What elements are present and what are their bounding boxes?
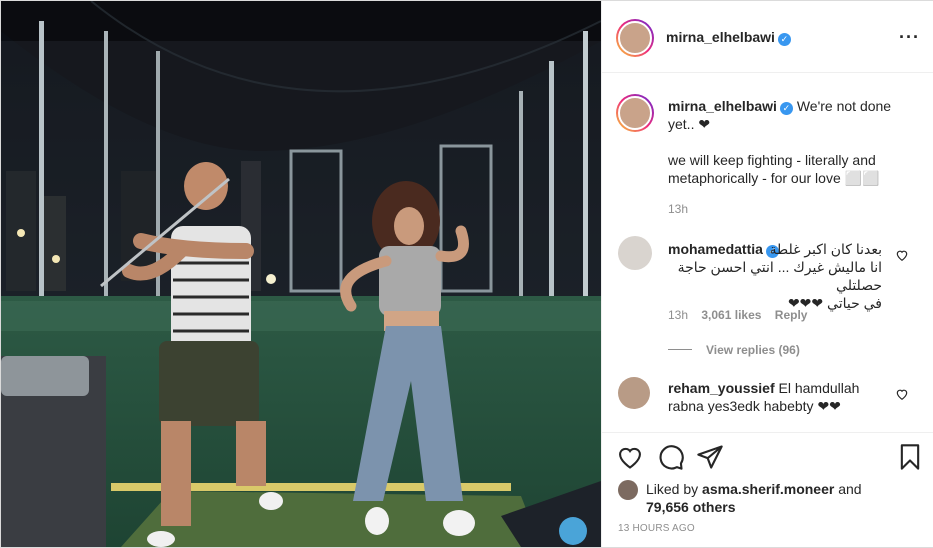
more-options-icon[interactable]: ··· [899, 27, 920, 48]
caption-line-2: yet.. ❤ [668, 116, 711, 132]
avatar-image [618, 21, 652, 55]
author-line: mirna_elhelbawi ✓ [666, 29, 791, 47]
caption-avatar[interactable] [616, 94, 654, 132]
view-replies-label[interactable]: View replies (96) [706, 343, 800, 357]
comment-like-heart-icon[interactable] [895, 387, 909, 401]
post-details-panel: mirna_elhelbawi ✓ ··· mirna_elhelbawi ✓ We… [601, 1, 933, 547]
liked-and: and [838, 481, 862, 497]
avatar-image [618, 96, 652, 130]
view-replies[interactable]: View replies (96) [668, 341, 800, 359]
comment-author[interactable]: reham_youssief [668, 380, 775, 396]
share-icon[interactable] [696, 443, 724, 471]
comment-line-1: بعدنا كان اكبر غلطة [769, 241, 883, 257]
post-photo[interactable] [1, 1, 601, 547]
comment-like-heart-icon[interactable] [895, 248, 909, 262]
caption-line-3: we will keep fighting - literally and [668, 152, 876, 168]
caption-time[interactable]: 13h [668, 202, 688, 216]
caption-line-1: We're not done [796, 98, 892, 114]
verified-badge-icon: ✓ [777, 33, 791, 46]
author-avatar[interactable] [616, 19, 654, 57]
author-username[interactable]: mirna_elhelbawi [666, 29, 775, 45]
liked-by-prefix: Liked by [646, 481, 699, 497]
comment-reham: reham_youssief El hamdullah rabna yes3ed… [668, 379, 888, 415]
verified-badge-icon: ✓ [779, 102, 793, 115]
commenter-avatar[interactable] [618, 236, 652, 270]
comment-author[interactable]: mohamedattia [668, 241, 763, 257]
post-actions: Liked by asma.sherif.moneer and 79,656 o… [602, 432, 933, 548]
caption-line-4: metaphorically - for our love ⬜⬜ [668, 170, 880, 186]
liker-avatar[interactable] [618, 480, 638, 500]
bookmark-icon[interactable] [896, 443, 924, 471]
likes-count[interactable]: 79,656 others [646, 499, 736, 515]
likes-summary: Liked by asma.sherif.moneer and 79,656 o… [646, 480, 933, 516]
comment-time[interactable]: 13h [668, 308, 688, 322]
caption-author[interactable]: mirna_elhelbawi [668, 98, 777, 114]
instagram-post: mirna_elhelbawi ✓ ··· mirna_elhelbawi ✓ We… [0, 0, 933, 548]
golf-range-photo [1, 1, 601, 547]
reply-button[interactable]: Reply [775, 308, 808, 322]
comment-icon[interactable] [657, 443, 685, 471]
liker-username[interactable]: asma.sherif.moneer [702, 481, 834, 497]
comments-list[interactable]: mirna_elhelbawi ✓ We're not done yet.. ❤ … [602, 74, 933, 432]
comment-line-1: El hamdullah [778, 380, 860, 396]
comment-line-2: rabna yes3edk habebty ❤❤ [668, 398, 841, 414]
replies-divider [668, 349, 692, 351]
heart-icon[interactable] [616, 443, 644, 471]
comment-meta: 13h 3,061 likes Reply [668, 308, 807, 322]
comment-likes[interactable]: 3,061 likes [701, 308, 761, 322]
comment-mohamedattia: mohamedattia ✓ بعدنا كان اكبر غلطة انا ما… [668, 240, 882, 312]
post-header: mirna_elhelbawi ✓ ··· [602, 1, 933, 73]
caption: mirna_elhelbawi ✓ We're not done yet.. ❤ … [668, 97, 918, 187]
comment-line-2: انا ماليش غيرك ... انتي احسن حاجة حصلتلي [677, 259, 882, 293]
post-timestamp[interactable]: 13 HOURS AGO [618, 523, 695, 534]
commenter-avatar[interactable] [618, 377, 650, 409]
